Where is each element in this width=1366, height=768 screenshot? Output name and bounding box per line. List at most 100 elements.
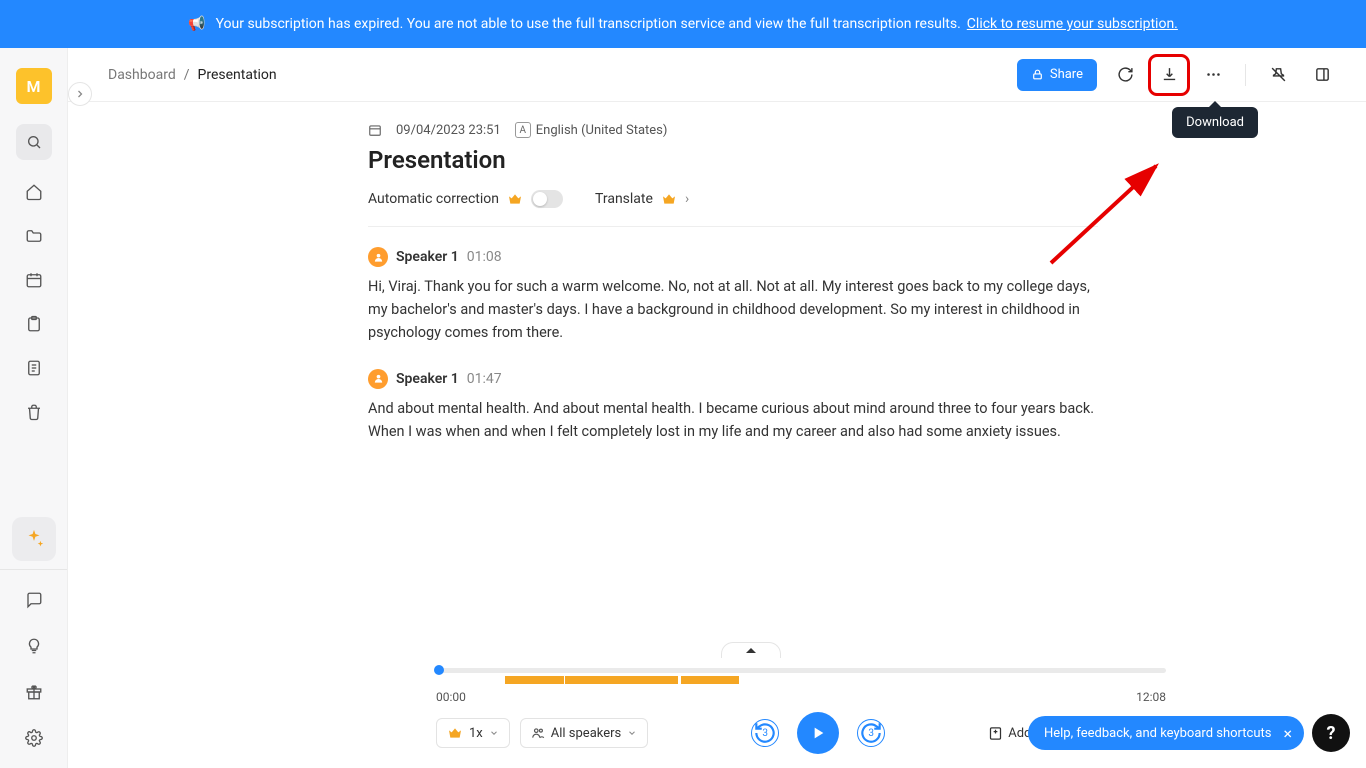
breadcrumb-current: Presentation: [198, 67, 277, 83]
skip-seconds: 3: [868, 728, 874, 739]
auto-correction-control: Automatic correction: [368, 190, 563, 208]
play-button[interactable]: [797, 712, 839, 754]
more-button[interactable]: [1197, 59, 1229, 91]
chevron-up-icon: [746, 647, 756, 655]
sidebar-ideas[interactable]: [16, 628, 52, 664]
translate-control[interactable]: Translate ›: [595, 191, 689, 207]
breadcrumb: Dashboard / Presentation: [108, 67, 277, 83]
speakers-label: All speakers: [551, 726, 621, 741]
segment-text[interactable]: Hi, Viraj. Thank you for such a warm wel…: [368, 275, 1098, 345]
time-start: 00:00: [436, 690, 466, 704]
chevron-right-icon: [74, 88, 86, 100]
waveform: [436, 676, 1166, 684]
sidebar-trash[interactable]: [16, 394, 52, 430]
sidebar-folder[interactable]: [16, 218, 52, 254]
player-collapse-handle[interactable]: [721, 642, 781, 658]
sidebar-feedback[interactable]: [16, 582, 52, 618]
bulb-icon: [25, 637, 43, 655]
transcript-segment: Speaker 1 01:08 Hi, Viraj. Thank you for…: [368, 247, 1098, 345]
play-icon: [810, 725, 826, 741]
speaker-name[interactable]: Speaker 1: [396, 371, 459, 387]
sidebar-expand-button[interactable]: [68, 82, 92, 106]
sidebar-gift[interactable]: [16, 674, 52, 710]
help-pill[interactable]: Help, feedback, and keyboard shortcuts ×: [1028, 716, 1304, 750]
avatar[interactable]: M: [16, 68, 52, 104]
doc-language[interactable]: A English (United States): [515, 122, 668, 138]
doc-timestamp: 09/04/2023 23:51: [396, 123, 501, 138]
download-icon: [1161, 66, 1178, 83]
timeline-track[interactable]: [436, 668, 1166, 673]
doc-meta: 09/04/2023 23:51 A English (United State…: [368, 122, 1098, 138]
language-badge-icon: A: [515, 122, 531, 138]
speed-selector[interactable]: 1x: [436, 718, 510, 748]
note-icon: [25, 359, 43, 377]
chevron-right-icon: ›: [685, 191, 689, 207]
panel-button[interactable]: [1306, 59, 1338, 91]
help-fab-label: ?: [1327, 723, 1336, 744]
topbar: Dashboard / Presentation Share: [68, 48, 1366, 102]
note-add-icon: [988, 726, 1003, 741]
unpin-button[interactable]: [1262, 59, 1294, 91]
people-icon: [531, 726, 545, 740]
trash-icon: [25, 403, 43, 421]
time-end: 12:08: [1136, 690, 1166, 704]
sidebar-home[interactable]: [16, 174, 52, 210]
breadcrumb-root[interactable]: Dashboard: [108, 67, 176, 83]
chevron-down-icon: [489, 728, 499, 738]
search-button[interactable]: [16, 124, 52, 160]
search-icon: [26, 134, 42, 150]
speaker-icon: [368, 369, 388, 389]
chat-icon: [25, 591, 43, 609]
download-tooltip: Download: [1172, 107, 1258, 138]
refresh-button[interactable]: [1109, 59, 1141, 91]
download-button[interactable]: [1153, 59, 1185, 91]
forward-button[interactable]: 3: [857, 719, 885, 747]
skip-seconds: 3: [762, 728, 768, 739]
auto-correction-label: Automatic correction: [368, 191, 499, 207]
crown-icon: [507, 191, 523, 207]
language-text: English (United States): [536, 123, 668, 138]
folder-icon: [25, 227, 43, 245]
crown-icon: [661, 191, 677, 207]
lock-icon: [1031, 68, 1044, 81]
refresh-icon: [1117, 66, 1134, 83]
playhead[interactable]: [434, 665, 444, 675]
sidebar-tasks[interactable]: [16, 306, 52, 342]
gift-icon: [25, 683, 43, 701]
close-icon[interactable]: ×: [1283, 724, 1292, 743]
segment-text[interactable]: And about mental health. And about menta…: [368, 397, 1098, 443]
clipboard-icon: [25, 315, 43, 333]
sidebar-calendar[interactable]: [16, 262, 52, 298]
help-fab[interactable]: ?: [1312, 714, 1350, 752]
segment-time[interactable]: 01:08: [467, 249, 502, 265]
sidebar-notes[interactable]: [16, 350, 52, 386]
sparkle-icon: [23, 528, 45, 550]
speaker-name[interactable]: Speaker 1: [396, 249, 459, 265]
speakers-selector[interactable]: All speakers: [520, 718, 648, 748]
more-icon: [1205, 66, 1222, 83]
subscription-banner: 📢 Your subscription has expired. You are…: [0, 0, 1366, 48]
banner-resume-link[interactable]: Click to resume your subscription.: [967, 16, 1178, 32]
calendar-icon: [25, 271, 43, 289]
annotation-arrow: [1046, 158, 1166, 268]
share-button[interactable]: Share: [1017, 59, 1097, 91]
transcript-segment: Speaker 1 01:47 And about mental health.…: [368, 369, 1098, 443]
gear-icon: [25, 729, 43, 747]
sidebar-settings[interactable]: [16, 720, 52, 756]
segment-time[interactable]: 01:47: [467, 371, 502, 387]
share-label: Share: [1050, 67, 1083, 82]
auto-correction-toggle[interactable]: [531, 190, 563, 208]
breadcrumb-sep: /: [184, 67, 190, 83]
translate-label: Translate: [595, 191, 653, 207]
panel-icon: [1314, 66, 1331, 83]
sidebar: M: [0, 48, 68, 768]
sidebar-ai[interactable]: [12, 517, 56, 561]
home-icon: [25, 183, 43, 201]
banner-text: Your subscription has expired. You are n…: [216, 16, 961, 32]
megaphone-icon: 📢: [188, 16, 205, 32]
page-title[interactable]: Presentation: [368, 146, 1098, 174]
speaker-icon: [368, 247, 388, 267]
crown-icon: [447, 725, 463, 741]
chevron-down-icon: [627, 728, 637, 738]
rewind-button[interactable]: 3: [751, 719, 779, 747]
